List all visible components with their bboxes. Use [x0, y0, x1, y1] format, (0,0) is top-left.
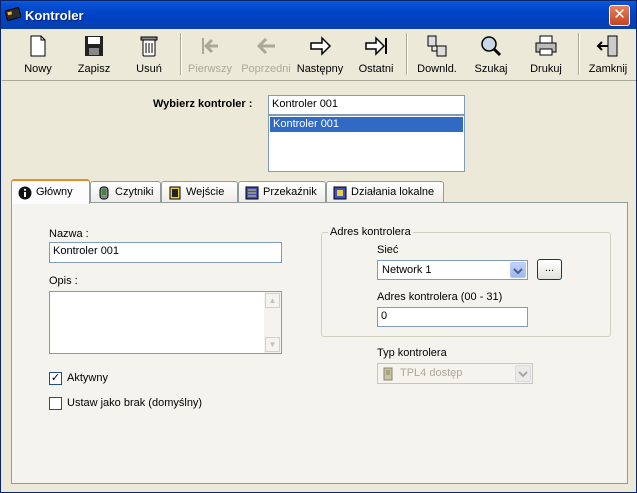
toolbar: Nowy Zapisz Usuń Pierwszy Poprzedni Nast…	[2, 29, 636, 81]
toolbar-separator	[578, 33, 580, 75]
controller-list-item[interactable]: Kontroler 001	[270, 117, 463, 132]
tab-main-label: Główny	[36, 186, 73, 198]
exit-door-icon	[596, 35, 618, 57]
tab-relay-label: Przekaźnik	[263, 186, 317, 198]
address-field[interactable]: 0	[377, 307, 528, 327]
search-label: Szukaj	[474, 63, 508, 75]
first-record-icon	[202, 38, 218, 54]
previous-label: Poprzedni	[241, 63, 291, 75]
new-document-icon	[30, 35, 46, 57]
controller-device-icon	[383, 367, 393, 381]
arrow-right-icon	[310, 36, 332, 56]
close-window-button[interactable]: ✕	[609, 5, 630, 26]
controller-listbox[interactable]: Kontroler 001	[268, 115, 465, 172]
save-label: Zapisz	[77, 63, 111, 75]
relay-icon	[245, 186, 259, 200]
tab-local-actions[interactable]: Działania lokalne	[326, 181, 444, 203]
tab-input-label: Wejście	[186, 186, 225, 198]
print-label: Drukuj	[530, 63, 562, 75]
last-button[interactable]: Ostatni	[350, 31, 402, 77]
active-checkbox[interactable]: ✓	[49, 372, 62, 385]
tab-input[interactable]: Wejście	[161, 181, 238, 203]
address-group-label: Adres kontrolera	[328, 226, 413, 238]
scroll-down-icon[interactable]: ▼	[265, 337, 280, 352]
download-button[interactable]: Downld.	[410, 31, 464, 77]
network-browse-button[interactable]: ...	[537, 259, 562, 280]
tab-readers[interactable]: Czytniki	[90, 181, 161, 203]
local-actions-icon	[333, 186, 347, 200]
network-select[interactable]: Network 1	[377, 260, 528, 280]
name-label: Nazwa :	[49, 228, 89, 240]
delete-button[interactable]: Usuń	[119, 31, 179, 77]
tab-readers-label: Czytniki	[115, 186, 154, 198]
first-label: Pierwszy	[187, 63, 232, 75]
last-label: Ostatni	[358, 63, 394, 75]
reader-icon	[99, 186, 109, 200]
app-icon	[5, 7, 21, 21]
first-button[interactable]: Pierwszy	[184, 31, 236, 77]
controller-address-group: Adres kontrolera Sieć Network 1 ... Adre…	[321, 226, 611, 337]
save-button[interactable]: Zapisz	[64, 31, 124, 77]
name-field[interactable]: Kontroler 001	[49, 242, 282, 263]
close-label: Zamknij	[588, 63, 628, 75]
active-label: Aktywny	[67, 372, 108, 384]
description-scrollbar[interactable]: ▲ ▼	[264, 292, 281, 353]
next-label: Następny	[296, 63, 344, 75]
tab-local-actions-label: Działania lokalne	[351, 186, 435, 198]
print-button[interactable]: Drukuj	[519, 31, 573, 77]
new-button[interactable]: Nowy	[8, 31, 68, 77]
network-label: Sieć	[377, 244, 399, 256]
description-field[interactable]: ▲ ▼	[49, 291, 282, 354]
search-icon	[481, 36, 502, 57]
scroll-up-icon[interactable]: ▲	[265, 293, 280, 308]
previous-button[interactable]: Poprzedni	[238, 31, 294, 77]
default-checkbox[interactable]	[49, 397, 62, 410]
download-device-icon	[427, 35, 447, 57]
delete-label: Usuń	[136, 63, 162, 75]
tab-panel-main: Nazwa : Kontroler 001 Opis : ▲ ▼ ✓ Aktyw…	[11, 202, 628, 484]
trash-can-icon	[140, 36, 158, 57]
controller-select-input[interactable]: Kontroler 001	[268, 95, 465, 115]
download-label: Downld.	[417, 63, 457, 75]
input-icon	[169, 186, 181, 200]
description-label: Opis :	[49, 275, 78, 287]
close-button[interactable]: Zamknij	[582, 31, 634, 77]
search-button[interactable]: Szukaj	[464, 31, 518, 77]
toolbar-separator	[406, 33, 408, 75]
default-label: Ustaw jako brak (domyślny)	[67, 397, 203, 409]
controller-type-select[interactable]: TPL4 dostęp	[377, 363, 533, 384]
title-bar[interactable]: Kontroler ✕	[1, 1, 636, 29]
toolbar-separator	[180, 33, 182, 75]
chevron-down-icon[interactable]	[510, 262, 526, 278]
printer-icon	[535, 35, 557, 56]
controller-window: Kontroler ✕ Nowy Zapisz Usuń Pierwszy Po…	[0, 0, 637, 493]
tab-main[interactable]: Główny	[11, 179, 90, 204]
floppy-disk-icon	[85, 36, 103, 56]
network-select-value: Network 1	[382, 264, 432, 276]
chevron-down-icon	[515, 365, 531, 382]
next-button[interactable]: Następny	[294, 31, 346, 77]
controller-select-label: Wybierz kontroler :	[153, 98, 253, 110]
new-label: Nowy	[24, 63, 52, 75]
window-title: Kontroler	[25, 8, 84, 23]
last-record-icon	[365, 36, 387, 56]
address-label: Adres kontrolera (00 - 31)	[377, 291, 503, 303]
controller-type-value: TPL4 dostęp	[400, 367, 463, 379]
arrow-left-icon	[256, 37, 275, 55]
controller-type-label: Typ kontrolera	[377, 347, 447, 359]
tab-relay[interactable]: Przekaźnik	[238, 181, 326, 203]
info-icon	[18, 186, 32, 200]
